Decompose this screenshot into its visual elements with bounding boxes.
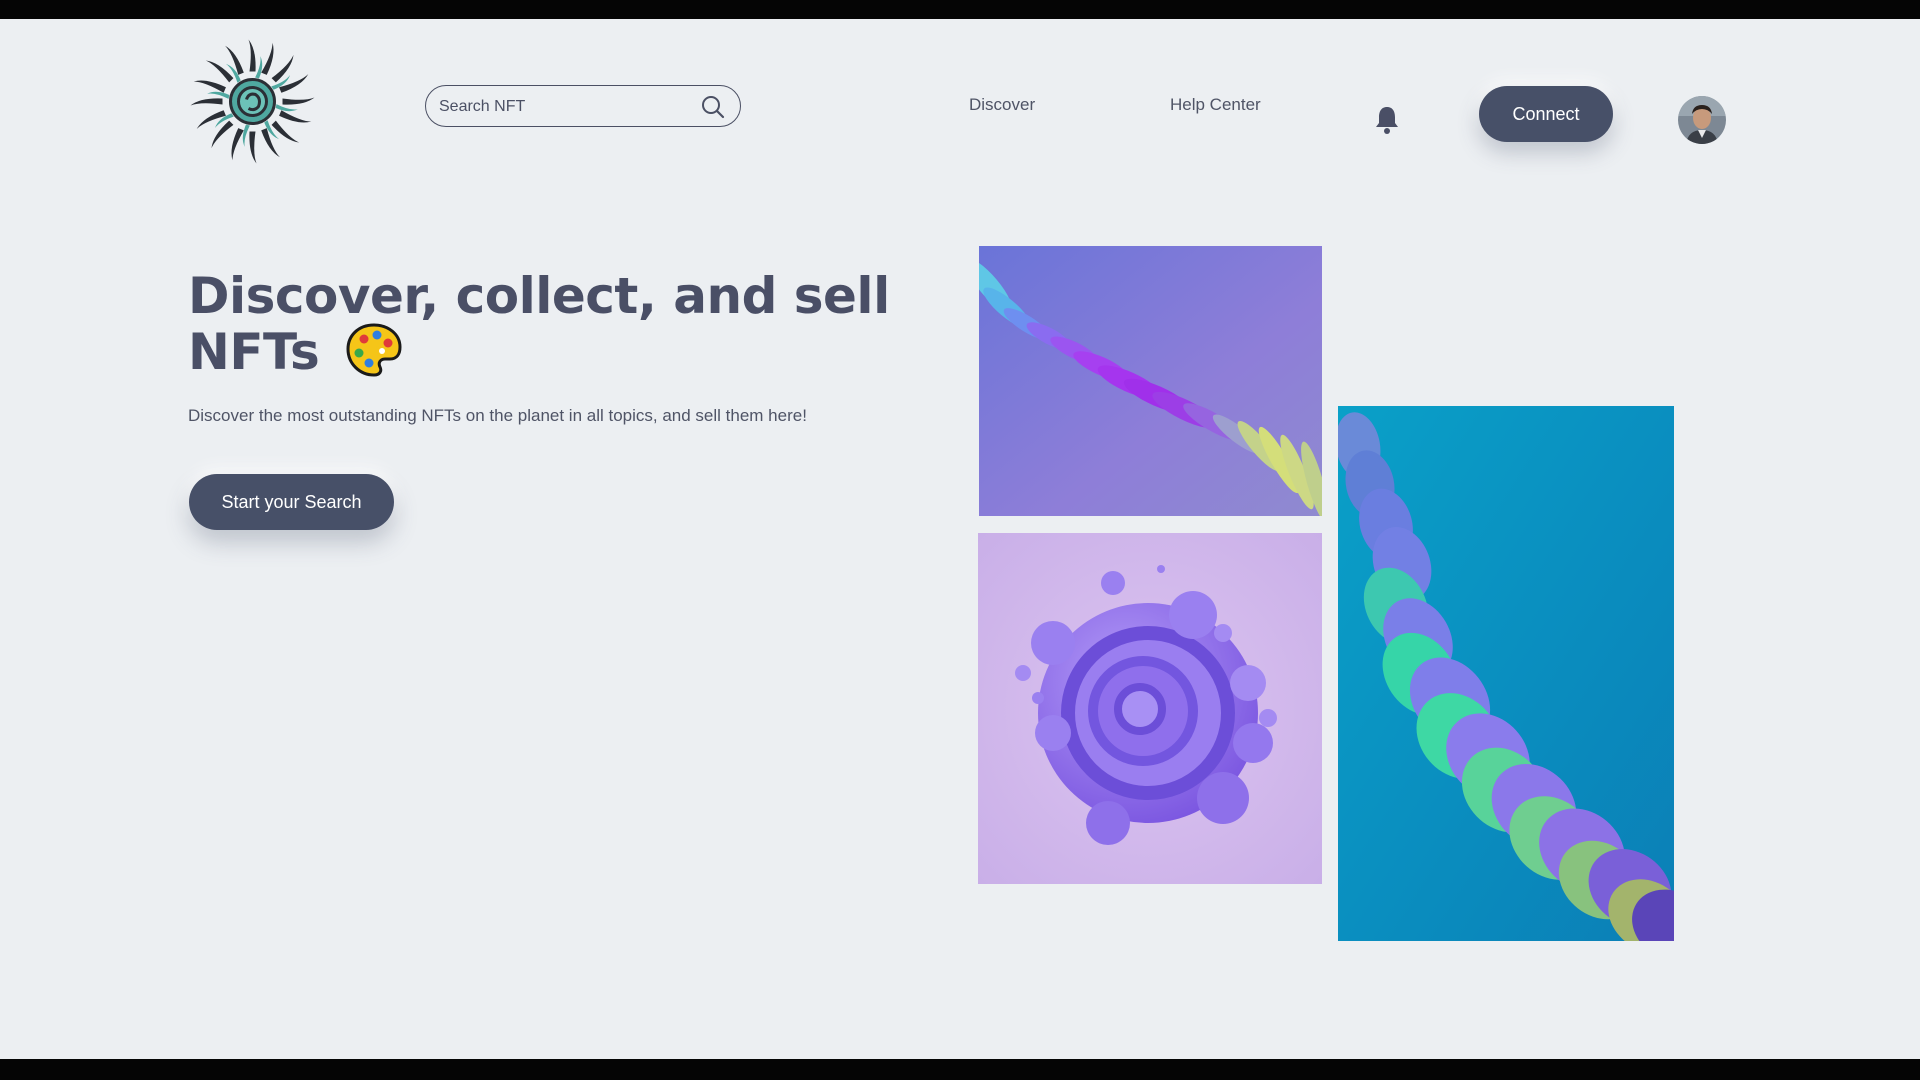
hero-title: Discover, collect, and sell NFTs bbox=[188, 271, 948, 379]
search-bar[interactable] bbox=[425, 85, 741, 127]
hero-title-line2: NFTs bbox=[188, 323, 320, 381]
letterbox-bottom bbox=[0, 1059, 1920, 1080]
user-avatar[interactable] bbox=[1678, 96, 1726, 144]
hero-title-line1: Discover, collect, and sell bbox=[188, 267, 890, 325]
purple-swirl-art[interactable] bbox=[978, 533, 1322, 884]
palette-icon bbox=[344, 321, 404, 379]
nav-discover-link[interactable]: Discover bbox=[969, 95, 1035, 115]
nav-help-center-link[interactable]: Help Center bbox=[1170, 95, 1261, 115]
teal-wave-art[interactable] bbox=[1338, 406, 1674, 941]
search-input[interactable] bbox=[437, 86, 701, 127]
bell-icon[interactable] bbox=[1374, 105, 1400, 135]
hero-subtitle: Discover the most outstanding NFTs on th… bbox=[188, 406, 807, 425]
purple-ribbon-art[interactable] bbox=[979, 246, 1322, 516]
site-logo[interactable] bbox=[190, 39, 315, 164]
letterbox-top bbox=[0, 0, 1920, 19]
connect-button[interactable]: Connect bbox=[1479, 86, 1613, 142]
page: Discover Help Center Connect Discover, c… bbox=[0, 19, 1920, 1059]
search-icon[interactable] bbox=[700, 94, 726, 120]
start-search-button[interactable]: Start your Search bbox=[189, 474, 394, 530]
